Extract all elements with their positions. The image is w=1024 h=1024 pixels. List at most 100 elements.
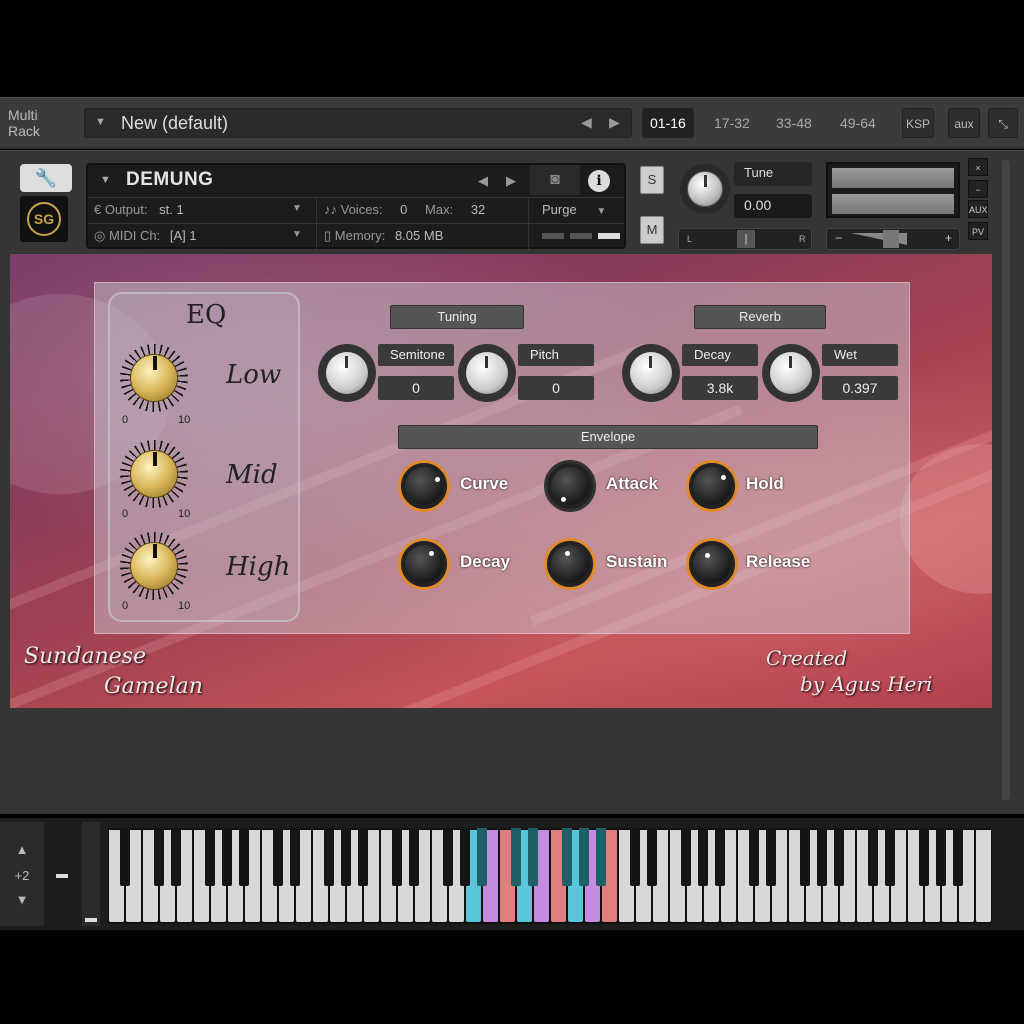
- midi-dropdown-icon[interactable]: ▼: [292, 229, 302, 240]
- volume-slider[interactable]: − +: [826, 228, 960, 250]
- curve-knob[interactable]: [398, 460, 450, 512]
- max-value[interactable]: 32: [471, 202, 485, 217]
- wrench-icon[interactable]: 🔧: [20, 164, 72, 192]
- black-key[interactable]: [595, 828, 607, 886]
- tune-knob[interactable]: [680, 164, 730, 214]
- black-key[interactable]: [289, 828, 301, 886]
- octave-shift-control[interactable]: ▲ +2 ▼: [0, 822, 44, 926]
- pitch-value[interactable]: 0: [518, 376, 594, 400]
- black-key[interactable]: [527, 828, 539, 886]
- eq-mid-knob[interactable]: [120, 440, 188, 508]
- next-arrow-icon[interactable]: ▶: [609, 114, 620, 131]
- black-key[interactable]: [867, 828, 879, 886]
- sustain-knob[interactable]: [544, 538, 596, 590]
- output-value: st. 1: [159, 202, 184, 217]
- black-key[interactable]: [952, 828, 964, 886]
- ksp-button[interactable]: KSP: [902, 108, 934, 138]
- reverb-decay-value[interactable]: 3.8k: [682, 376, 758, 400]
- purge-dropdown-icon[interactable]: ▼: [596, 206, 606, 217]
- black-key[interactable]: [391, 828, 403, 886]
- reverb-wet-knob[interactable]: [762, 344, 820, 402]
- black-key[interactable]: [238, 828, 250, 886]
- black-key[interactable]: [765, 828, 777, 886]
- page-49-64-button[interactable]: 49-64: [832, 108, 884, 138]
- volume-handle[interactable]: [883, 230, 899, 248]
- hold-knob[interactable]: [686, 460, 738, 512]
- black-key[interactable]: [578, 828, 590, 886]
- octave-up-icon[interactable]: ▲: [0, 842, 44, 857]
- pitch-knob[interactable]: [458, 344, 516, 402]
- rack-dropdown-icon[interactable]: ▼: [95, 116, 106, 128]
- black-key[interactable]: [697, 828, 709, 886]
- pan-handle[interactable]: |: [737, 230, 755, 248]
- semitone-knob[interactable]: [318, 344, 376, 402]
- output-field[interactable]: € Output: st. 1: [94, 202, 184, 217]
- black-key[interactable]: [799, 828, 811, 886]
- aux-side-button[interactable]: AUX: [968, 200, 988, 218]
- page-33-48-button[interactable]: 33-48: [768, 108, 820, 138]
- eq-high-knob[interactable]: [120, 532, 188, 600]
- pv-side-button[interactable]: PV: [968, 222, 988, 240]
- black-key[interactable]: [646, 828, 658, 886]
- black-key[interactable]: [153, 828, 165, 886]
- reverb-decay-knob[interactable]: [622, 344, 680, 402]
- midi-channel-field[interactable]: ◎ MIDI Ch: [A] 1: [94, 228, 197, 244]
- pitch-wheel[interactable]: [82, 822, 100, 926]
- solo-button[interactable]: S: [640, 166, 664, 194]
- black-key[interactable]: [221, 828, 233, 886]
- black-key[interactable]: [918, 828, 930, 886]
- collapse-icon[interactable]: ⤡: [988, 108, 1018, 138]
- eq-low-knob[interactable]: [120, 344, 188, 412]
- octave-down-icon[interactable]: ▼: [0, 892, 44, 907]
- purge-menu[interactable]: Purge ▼: [542, 202, 606, 217]
- black-key[interactable]: [459, 828, 471, 886]
- black-key[interactable]: [340, 828, 352, 886]
- output-dropdown-icon[interactable]: ▼: [292, 203, 302, 214]
- release-knob[interactable]: [686, 538, 738, 590]
- black-key[interactable]: [204, 828, 216, 886]
- black-key[interactable]: [714, 828, 726, 886]
- black-key[interactable]: [935, 828, 947, 886]
- aux-button[interactable]: aux: [948, 108, 980, 138]
- black-key[interactable]: [884, 828, 896, 886]
- next-instrument-icon[interactable]: ▶: [506, 173, 516, 189]
- piano-keyboard[interactable]: [108, 828, 992, 924]
- black-key[interactable]: [816, 828, 828, 886]
- sustain-label: Sustain: [606, 552, 668, 571]
- page-01-16-button[interactable]: 01-16: [642, 108, 694, 138]
- attack-knob[interactable]: [544, 460, 596, 512]
- scrollbar[interactable]: [1002, 160, 1010, 800]
- mute-button[interactable]: M: [640, 216, 664, 244]
- black-key[interactable]: [748, 828, 760, 886]
- black-key[interactable]: [357, 828, 369, 886]
- black-key[interactable]: [119, 828, 131, 886]
- decay-knob[interactable]: [398, 538, 450, 590]
- close-icon[interactable]: ×: [968, 158, 988, 176]
- volume-minus-icon: −: [835, 231, 843, 245]
- black-key[interactable]: [561, 828, 573, 886]
- instrument-dropdown-icon[interactable]: ▼: [100, 174, 111, 186]
- black-key[interactable]: [680, 828, 692, 886]
- black-key[interactable]: [833, 828, 845, 886]
- black-key[interactable]: [476, 828, 488, 886]
- tune-value[interactable]: 0.00: [734, 194, 812, 218]
- prev-instrument-icon[interactable]: ◀: [478, 173, 488, 189]
- black-key[interactable]: [510, 828, 522, 886]
- multi-rack-label: Multi Rack: [8, 107, 40, 139]
- black-key[interactable]: [323, 828, 335, 886]
- black-key[interactable]: [272, 828, 284, 886]
- black-key[interactable]: [170, 828, 182, 886]
- prev-arrow-icon[interactable]: ◀: [581, 114, 592, 131]
- semitone-value[interactable]: 0: [378, 376, 454, 400]
- page-17-32-button[interactable]: 17-32: [706, 108, 758, 138]
- camera-icon[interactable]: ◙: [530, 165, 580, 195]
- info-icon[interactable]: i: [588, 170, 610, 192]
- white-key[interactable]: [976, 830, 991, 922]
- reverb-wet-value[interactable]: 0.397: [822, 376, 898, 400]
- black-key[interactable]: [442, 828, 454, 886]
- black-key[interactable]: [408, 828, 420, 886]
- minimize-icon[interactable]: −: [968, 180, 988, 198]
- pan-slider[interactable]: L | R: [678, 228, 812, 250]
- rack-name-field[interactable]: ▼ New (default) ◀ ▶: [84, 108, 632, 138]
- black-key[interactable]: [629, 828, 641, 886]
